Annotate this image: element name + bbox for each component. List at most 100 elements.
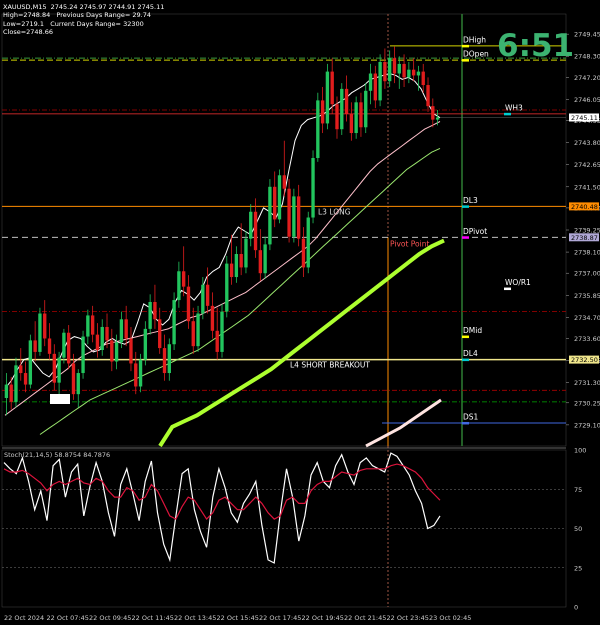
symbol-info: XAUUSD,M15 2745.24 2745.97 2744.91 2745.…: [3, 3, 164, 37]
candle-body: [105, 326, 109, 341]
high-line: High=2748.84 Previous Days Range= 29.74: [3, 11, 152, 20]
candle-body: [57, 357, 61, 383]
low-line: Low=2719.1 Current Days Range= 32300: [3, 19, 144, 28]
time-tick-label: 23 Oct 02:45: [429, 614, 471, 622]
osc-tick-label: 50: [574, 525, 582, 533]
level-label: DMid: [463, 326, 482, 335]
candle-body: [143, 328, 148, 360]
candle-body: [407, 69, 411, 78]
level-label: DL4: [463, 349, 478, 358]
level-label: DL3: [463, 196, 478, 205]
candle-body: [81, 336, 85, 374]
candle-body: [138, 359, 143, 387]
time-tick-label: 22 Oct 2024: [4, 614, 44, 622]
candle-body: [33, 340, 37, 352]
level-label: DPivot: [463, 227, 487, 236]
candle-body: [229, 263, 234, 278]
candle-body: [301, 238, 306, 268]
candle-body: [253, 211, 258, 251]
osc-tick-label: 75: [574, 486, 582, 494]
candle-body: [177, 271, 181, 301]
candle-body: [306, 217, 310, 268]
candle-body: [67, 332, 71, 364]
price-tick-label: 2731.30: [574, 379, 600, 387]
price-tick-label: 2735.85: [574, 292, 600, 300]
candle-body: [205, 284, 210, 306]
level-marker: [462, 421, 469, 425]
candle-body: [373, 73, 377, 101]
level-marker: [504, 287, 511, 291]
candle-body: [162, 348, 167, 374]
candle-body: [9, 384, 13, 402]
candle-body: [134, 363, 138, 387]
candle-body: [296, 196, 301, 239]
price-tick-label: 2737.00: [574, 270, 600, 278]
osc-title: Stoch(21,14,5) 58.8754 84.7876: [4, 451, 110, 459]
candle-body: [344, 88, 349, 114]
candle-body: [431, 106, 435, 120]
candle-body: [110, 340, 114, 362]
candle-body: [95, 334, 100, 350]
candle-body: [186, 286, 191, 322]
candle-body: [148, 302, 152, 329]
level-label: DS1: [463, 412, 479, 421]
candle-body: [210, 305, 215, 331]
level-label: L4 SHORT BREAKOUT: [290, 361, 370, 370]
candle-body: [282, 175, 286, 189]
candle-body: [215, 330, 219, 352]
osc-tick-label: 25: [574, 564, 582, 572]
candle-body: [364, 90, 368, 128]
candle-countdown: 6:51: [497, 28, 575, 64]
candle-body: [311, 158, 315, 218]
ohlc-values: 2745.24 2745.97 2744.91 2745.11: [50, 3, 165, 11]
candle-body: [378, 62, 382, 101]
level-label: DOpen: [463, 50, 489, 59]
candle-body: [43, 313, 47, 339]
level-marker: [462, 236, 469, 239]
price-tick-label: 2730.25: [574, 399, 600, 407]
candle-body: [388, 58, 392, 82]
time-tick-label: 22 Oct 13:45: [174, 614, 216, 622]
level-label: Pivot Point: [390, 239, 429, 248]
candle-body: [402, 63, 406, 78]
level-marker: [462, 59, 469, 62]
candle-body: [411, 69, 416, 76]
candle-body: [335, 104, 339, 130]
candle-body: [249, 211, 253, 239]
candle-body: [325, 71, 330, 124]
candle-body: [277, 175, 282, 220]
time-tick-label: 22 Oct 23:45: [387, 614, 429, 622]
osc-tick-label: 0: [574, 604, 578, 612]
time-tick-label: 22 Oct 17:45: [259, 614, 301, 622]
candle-body: [244, 238, 248, 268]
candle-body: [268, 186, 272, 245]
moving-average-line: [158, 238, 445, 448]
close-line: Close=2748.66: [3, 28, 54, 37]
candle-body: [263, 244, 267, 274]
candle-body: [340, 88, 344, 130]
price-tick-label: 2747.20: [574, 74, 600, 82]
candle-body: [172, 300, 176, 345]
price-tick-label: 2733.60: [574, 335, 600, 343]
osc-series-line: [3, 452, 441, 564]
candle-body: [119, 319, 124, 343]
moving-average-line: [4, 121, 441, 416]
price-tick-label: 2741.50: [574, 183, 600, 191]
info-box: [50, 394, 70, 404]
price-chart[interactable]: 2749.452748.302747.202746.052744.952743.…: [0, 0, 600, 625]
candle-body: [421, 71, 425, 86]
time-tick-label: 22 Oct 15:45: [217, 614, 259, 622]
candle-body: [426, 85, 430, 107]
candle-body: [71, 363, 76, 395]
price-tick-label: 2729.10: [574, 421, 600, 429]
candle-body: [19, 365, 23, 374]
time-tick-label: 22 Oct 21:45: [344, 614, 386, 622]
candle-body: [124, 319, 128, 339]
candle-body: [47, 338, 52, 354]
candle-body: [292, 196, 296, 237]
level-label: DHigh: [463, 35, 486, 44]
candle-body: [28, 340, 33, 385]
candle-body: [320, 100, 325, 124]
candle-body: [167, 344, 171, 374]
trading-chart-window: 2749.452748.302747.202746.052744.952743.…: [0, 0, 600, 625]
